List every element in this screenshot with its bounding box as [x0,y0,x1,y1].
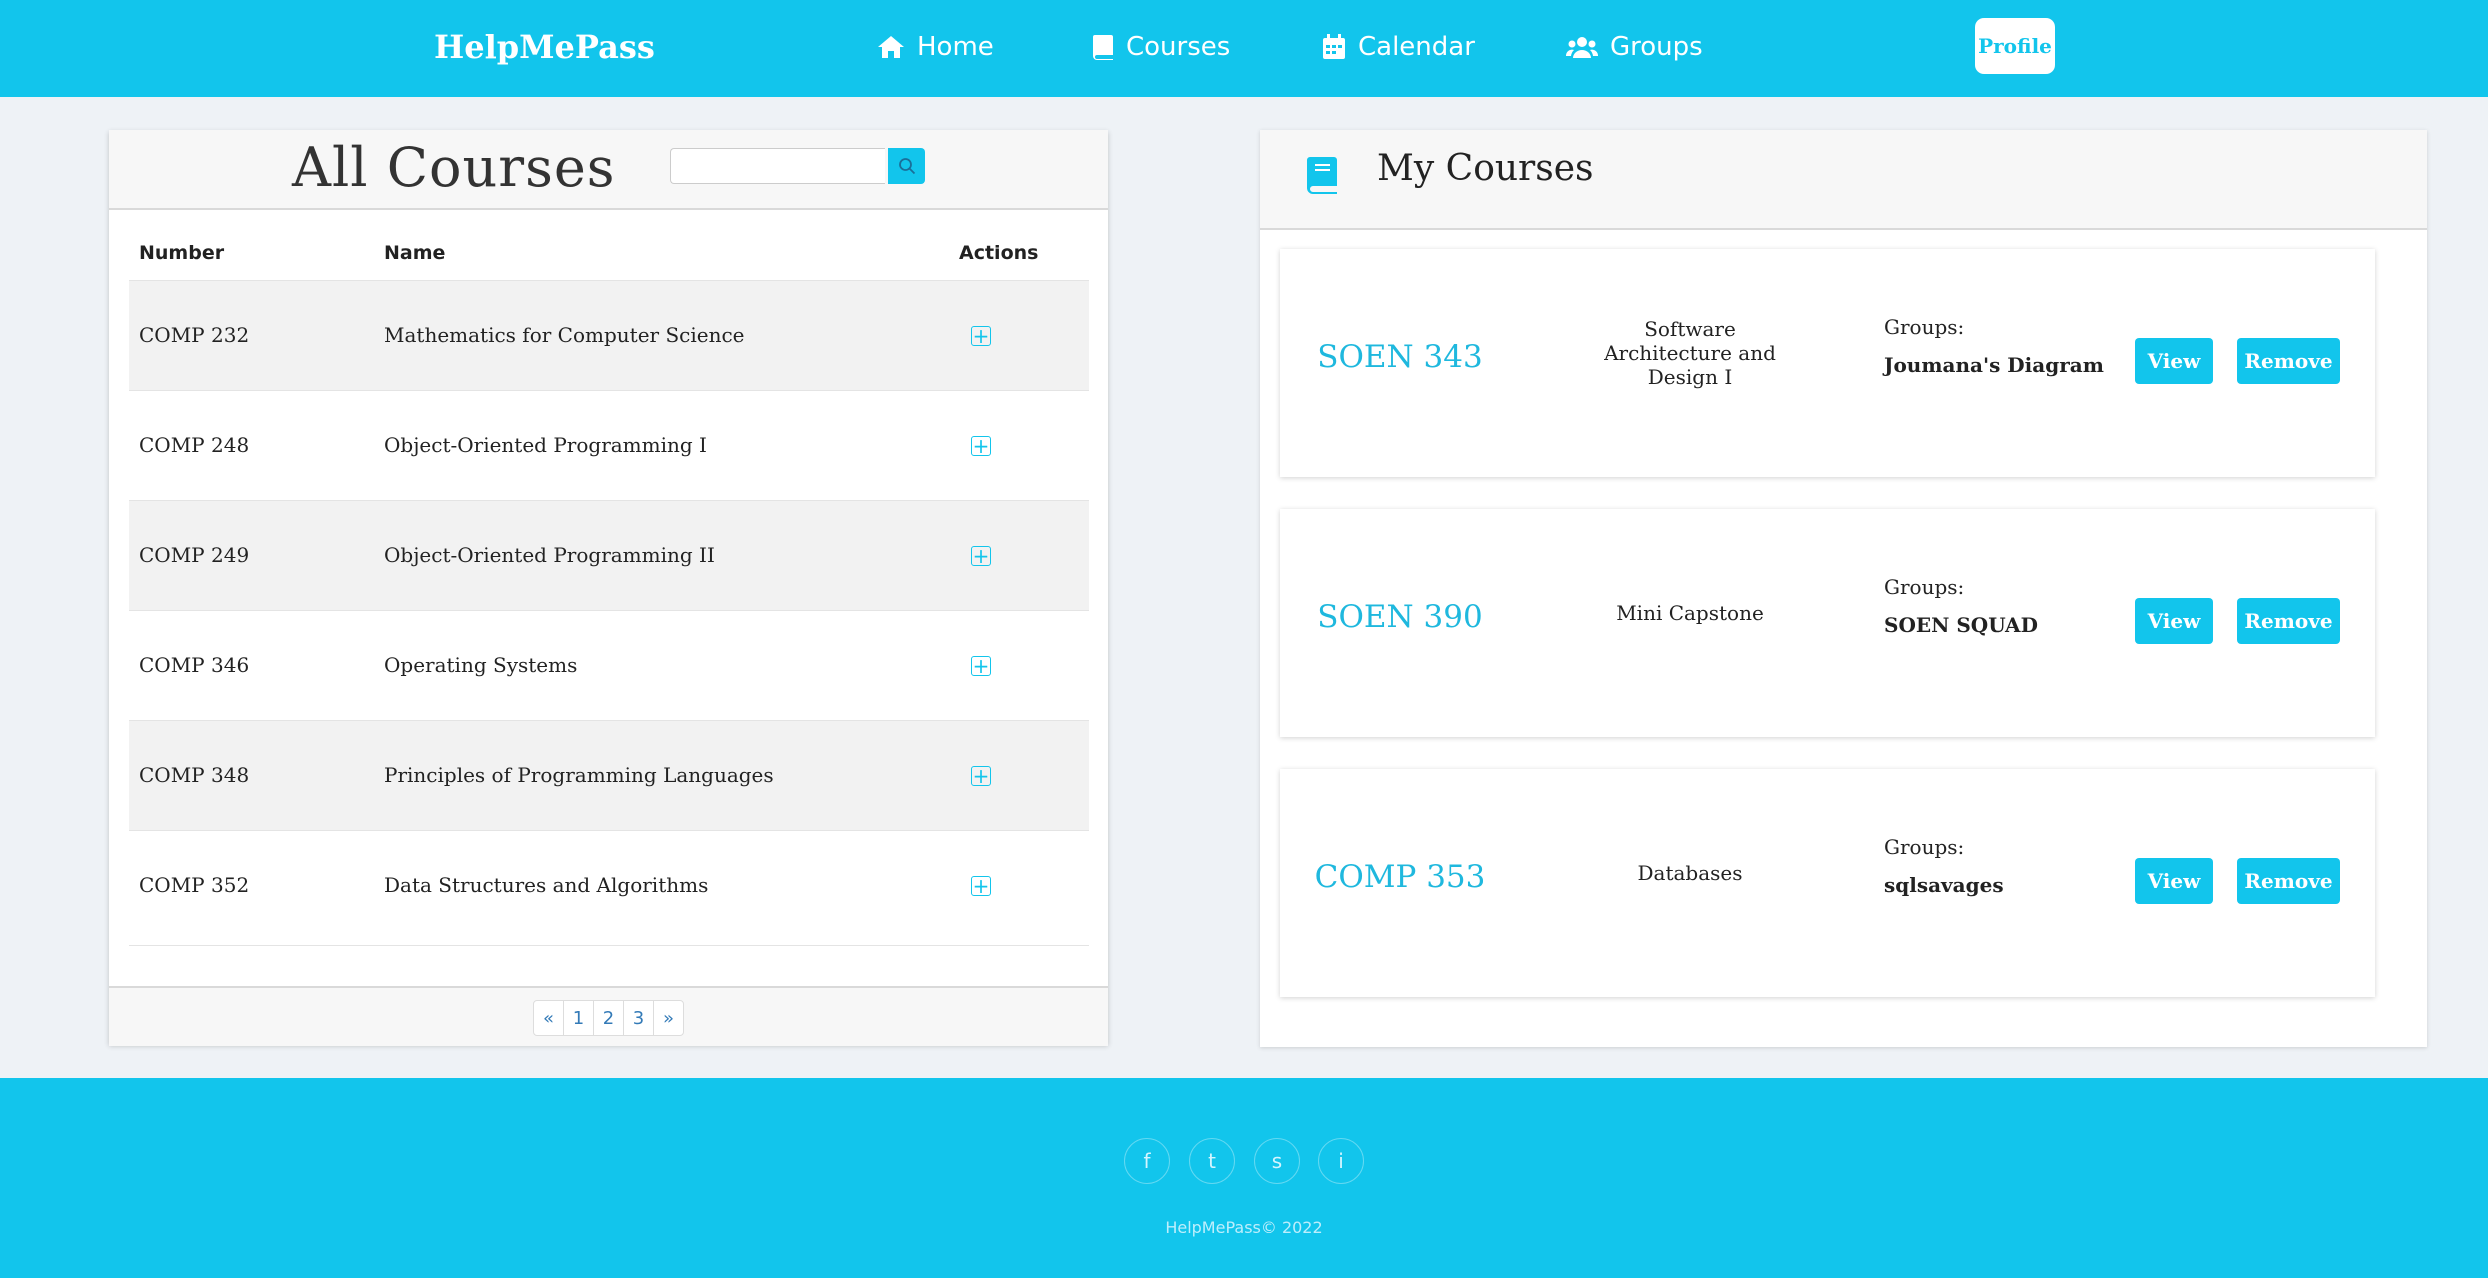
nav-courses[interactable]: Courses [1092,32,1230,62]
instagram-icon[interactable]: i [1318,1138,1364,1184]
add-course-icon[interactable]: + [971,326,991,346]
course-name: Principles of Programming Languages [384,763,774,787]
remove-button[interactable]: Remove [2237,598,2340,644]
nav-groups[interactable]: Groups [1566,32,1703,62]
calendar-icon [1323,34,1345,59]
groups-label: Groups: [1884,835,1965,859]
table-row: COMP 352 Data Structures and Algorithms … [129,830,1089,941]
table-row: COMP 248 Object-Oriented Programming I + [129,390,1089,501]
course-name: Mini Capstone [1580,601,1800,625]
page-2[interactable]: 2 [593,1000,624,1036]
course-name: Data Structures and Algorithms [384,873,709,897]
book-icon [1093,35,1113,60]
course-card: COMP 353 Databases Groups: sqlsavages Vi… [1280,769,2375,997]
add-course-icon[interactable]: + [971,876,991,896]
view-button[interactable]: View [2135,338,2213,384]
nav-home[interactable]: Home [877,32,994,62]
course-card: SOEN 390 Mini Capstone Groups: SOEN SQUA… [1280,509,2375,737]
all-courses-header: All Courses [109,130,1108,210]
add-course-icon[interactable]: + [971,656,991,676]
groups-label: Groups: [1884,315,1965,339]
course-code-link[interactable]: SOEN 343 [1280,339,1520,375]
course-name-line: Software [1644,317,1736,341]
navbar: HelpMePass Home Courses Calendar Groups … [0,0,2488,97]
users-icon [1566,37,1598,58]
course-name: Object-Oriented Programming II [384,543,715,567]
course-name: Object-Oriented Programming I [384,433,707,457]
course-number: COMP 248 [139,433,250,457]
course-name: Databases [1580,861,1800,885]
course-search-input[interactable] [670,148,885,184]
group-name: sqlsavages [1884,873,2004,897]
nav-home-label: Home [917,32,994,62]
all-courses-title: All Courses [292,136,616,199]
course-number: COMP 232 [139,323,250,347]
view-button[interactable]: View [2135,858,2213,904]
pagination: « 1 2 3 » [533,1000,684,1036]
my-courses-panel: My Courses SOEN 343 Software Architectur… [1260,130,2427,1047]
column-header-actions: Actions [959,242,1039,264]
page-prev[interactable]: « [533,1000,564,1036]
footer: f t s i HelpMePass© 2022 [0,1078,2488,1278]
add-course-icon[interactable]: + [971,766,991,786]
table-row: COMP 346 Operating Systems + [129,610,1089,721]
course-code-link[interactable]: COMP 353 [1280,859,1520,895]
nav-calendar[interactable]: Calendar [1322,32,1475,62]
snapchat-icon[interactable]: s [1254,1138,1300,1184]
nav-courses-label: Courses [1126,32,1231,62]
course-name: Software Architecture and Design I [1580,317,1800,389]
add-course-icon[interactable]: + [971,546,991,566]
course-card: SOEN 343 Software Architecture and Desig… [1280,249,2375,477]
groups-label: Groups: [1884,575,1965,599]
search-button[interactable] [888,148,925,184]
page-1[interactable]: 1 [563,1000,594,1036]
course-name: Operating Systems [384,653,578,677]
view-button[interactable]: View [2135,598,2213,644]
course-number: COMP 352 [139,873,250,897]
copyright-text: HelpMePass© 2022 [1165,1218,1323,1237]
table-bottom-divider [129,945,1089,946]
all-courses-panel: All Courses Number Name Actions COMP 232… [109,130,1108,1046]
course-number: COMP 346 [139,653,250,677]
page-3[interactable]: 3 [623,1000,654,1036]
course-code-link[interactable]: SOEN 390 [1280,599,1520,635]
home-icon [878,36,904,58]
table-row: COMP 232 Mathematics for Computer Scienc… [129,280,1089,391]
search-icon [898,158,915,175]
group-name: SOEN SQUAD [1884,613,2038,637]
course-name: Mathematics for Computer Science [384,323,745,347]
nav-calendar-label: Calendar [1358,32,1475,62]
course-name-line: Architecture and [1604,341,1776,365]
column-header-name: Name [384,242,446,264]
course-name-line: Mini Capstone [1616,601,1764,625]
my-courses-header: My Courses [1260,130,2427,230]
add-course-icon[interactable]: + [971,436,991,456]
course-number: COMP 249 [139,543,250,567]
table-row: COMP 348 Principles of Programming Langu… [129,720,1089,831]
facebook-icon[interactable]: f [1124,1138,1170,1184]
profile-button[interactable]: Profile [1975,18,2055,74]
my-courses-title: My Courses [1377,148,1594,189]
page-next[interactable]: » [653,1000,684,1036]
column-header-number: Number [139,242,225,264]
twitter-icon[interactable]: t [1189,1138,1235,1184]
remove-button[interactable]: Remove [2237,858,2340,904]
course-number: COMP 348 [139,763,250,787]
course-name-line: Databases [1637,861,1743,885]
book-icon [1307,157,1337,194]
group-name: Joumana's Diagram [1884,353,2104,377]
course-name-line: Design I [1647,365,1733,389]
remove-button[interactable]: Remove [2237,338,2340,384]
nav-groups-label: Groups [1610,32,1703,62]
all-courses-footer: « 1 2 3 » [109,986,1108,1046]
table-row: COMP 249 Object-Oriented Programming II … [129,500,1089,611]
brand-logo[interactable]: HelpMePass [434,28,655,66]
